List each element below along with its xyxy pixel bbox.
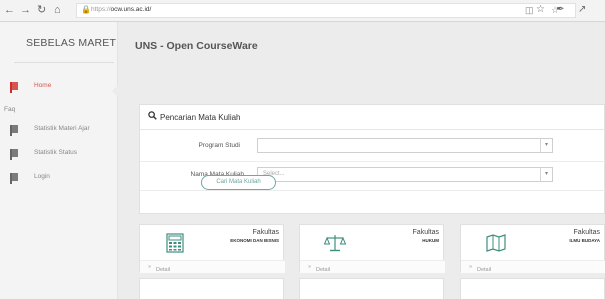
browser-toolbar: ← → ↻ ⌂ 🔒 https://ocw.uns.ac.id/ ◫ ☆ ☆ ✒… [0, 0, 605, 22]
card-title: Fakultas [573, 229, 600, 236]
scales-icon [324, 235, 346, 252]
sidebar: SEBELAS MARET Home Faq Statistik Materi … [0, 22, 119, 299]
brand-title: SEBELAS MARET [26, 37, 117, 49]
panel-title: Pencarian Mata Kuliah [160, 113, 241, 122]
divider [140, 161, 605, 162]
sidebar-item-home[interactable]: Home [10, 80, 115, 94]
flag-icon [10, 125, 18, 136]
card-detail-link[interactable]: » Detail [300, 260, 445, 273]
divider [14, 62, 114, 63]
home-icon[interactable]: ⌂ [54, 3, 61, 17]
calculator-icon [166, 233, 184, 253]
card-faculty-name: EKONOMI DAN BISNIS [230, 238, 279, 243]
share-icon[interactable]: ↗ [578, 4, 586, 15]
sidebar-item-label: Statistik Status [34, 149, 77, 156]
card-faculty-name: HUKUM [422, 238, 439, 243]
sidebar-item-login[interactable]: Login [10, 171, 115, 185]
map-icon [486, 234, 506, 252]
card-detail-link[interactable]: » Detail [140, 260, 285, 273]
reading-view-icon[interactable]: ◫ [525, 5, 534, 16]
address-bar[interactable]: 🔒 https://ocw.uns.ac.id/ ◫ ☆ [76, 3, 576, 18]
sidebar-item-label: Home [34, 82, 52, 89]
card-body: Fakultas ILMU BUDAYA [461, 225, 605, 260]
chevron-down-icon: ▾ [540, 168, 552, 181]
card-body: Fakultas HUKUM [300, 225, 445, 260]
active-indicator [112, 84, 119, 98]
refresh-icon[interactable]: ↻ [37, 3, 46, 17]
sidebar-item-statistik-materi-ajar[interactable]: Statistik Materi Ajar [10, 123, 115, 137]
panel-header: Pencarian Mata Kuliah [140, 105, 605, 130]
flag-icon [10, 149, 18, 160]
nama-mata-kuliah-select[interactable]: Select... ▾ [257, 167, 553, 182]
cari-mata-kuliah-button[interactable]: Cari Mata Kuliah [201, 175, 276, 190]
program-studi-select[interactable]: ▾ [257, 138, 553, 153]
detail-label: » Detail [308, 264, 331, 273]
detail-label: » Detail [469, 264, 492, 273]
chevron-down-icon: ▾ [540, 139, 552, 152]
pen-icon[interactable]: ✒ [556, 4, 564, 15]
flag-icon [10, 82, 18, 93]
card-title: Fakultas [252, 229, 279, 236]
search-panel: Pencarian Mata Kuliah Program Studi ▾ Na… [139, 104, 605, 214]
faculty-card-ilmu-budaya[interactable]: Fakultas ILMU BUDAYA » Detail [460, 224, 605, 273]
divider [140, 190, 605, 191]
sidebar-item-label: Statistik Materi Ajar [34, 125, 90, 132]
faculty-card-partial[interactable] [460, 278, 605, 299]
program-studi-label: Program Studi [198, 142, 240, 149]
main-header: UNS - Open CourseWare [119, 22, 605, 66]
card-faculty-name: ILMU BUDAYA [569, 238, 600, 243]
faculty-card-partial[interactable] [139, 278, 284, 299]
card-body: Fakultas EKONOMI DAN BISNIS [140, 225, 285, 260]
card-detail-link[interactable]: » Detail [461, 260, 605, 273]
faculty-card-ekonomi[interactable]: Fakultas EKONOMI DAN BISNIS » Detail [139, 224, 285, 273]
url-text: https://ocw.uns.ac.id/ [91, 6, 152, 13]
forward-icon[interactable]: → [20, 3, 31, 17]
flag-icon [10, 173, 18, 184]
sidebar-item-label: Login [34, 173, 50, 180]
sidebar-item-faq[interactable]: Faq [4, 106, 15, 113]
lock-icon: 🔒 [81, 5, 91, 14]
faculty-card-hukum[interactable]: Fakultas HUKUM » Detail [299, 224, 445, 273]
sidebar-item-statistik-status[interactable]: Statistik Status [10, 147, 115, 161]
faculty-card-partial[interactable] [299, 278, 444, 299]
detail-label: » Detail [148, 264, 171, 273]
card-title: Fakultas [412, 229, 439, 236]
page-title: UNS - Open CourseWare [135, 40, 258, 52]
favorites-hub-icon[interactable]: ☆ [536, 4, 545, 15]
back-icon[interactable]: ← [4, 3, 15, 17]
search-icon [148, 111, 157, 120]
